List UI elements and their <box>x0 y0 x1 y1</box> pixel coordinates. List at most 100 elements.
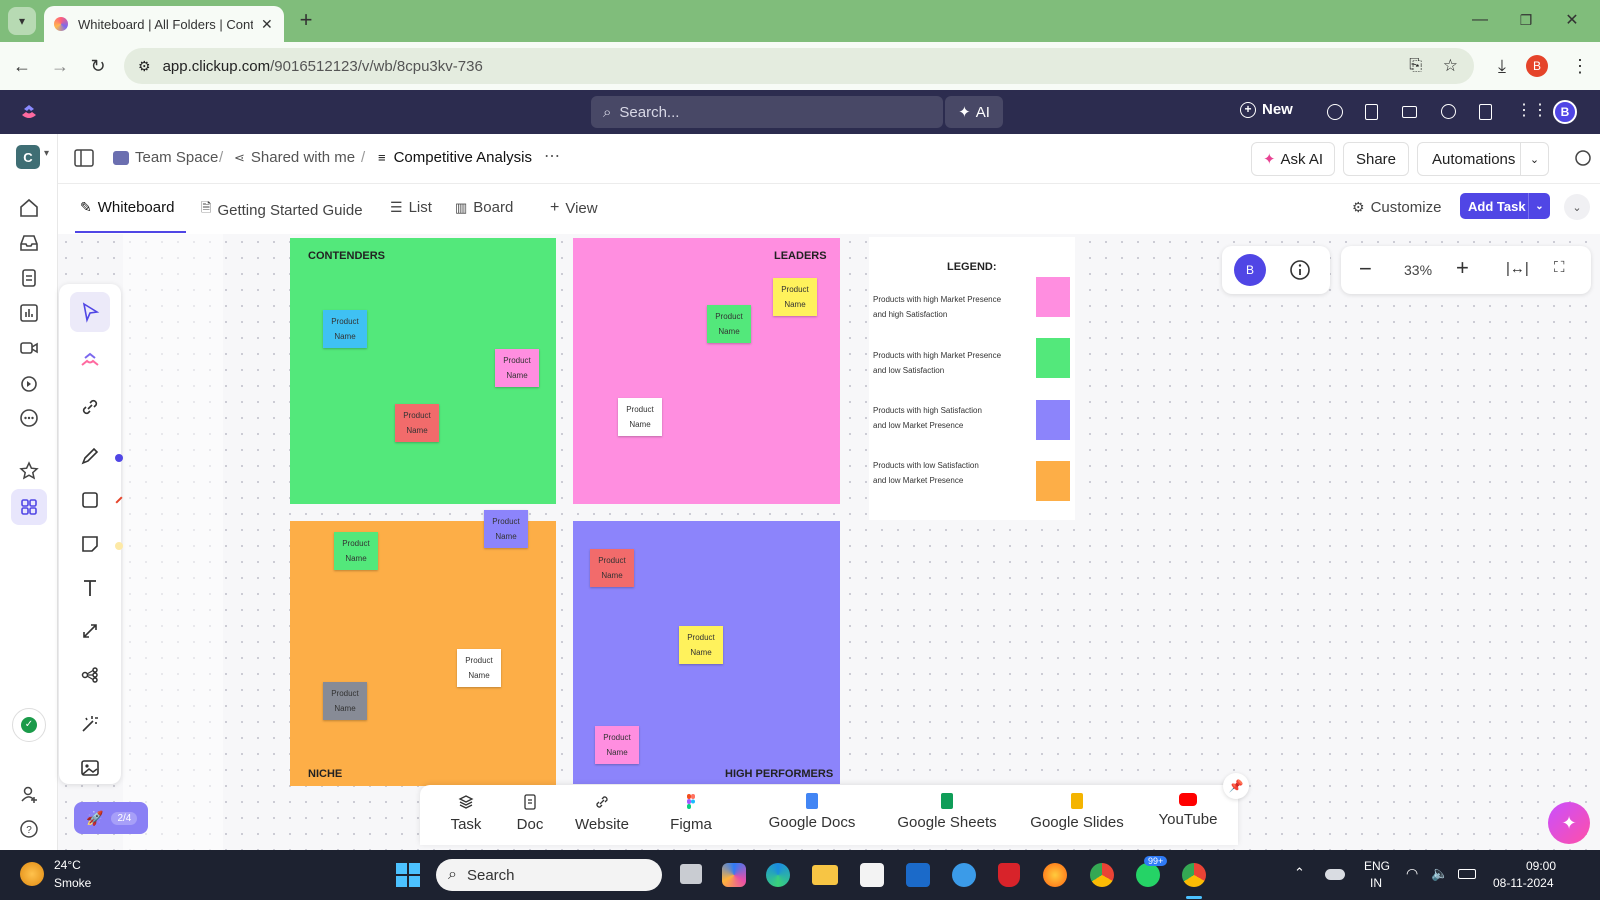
doc-icon[interactable] <box>1479 104 1492 120</box>
battery-icon[interactable] <box>1458 869 1476 879</box>
clickup-logo-icon[interactable] <box>19 102 39 122</box>
sticky-note[interactable]: Product Name <box>707 305 751 343</box>
home-icon[interactable] <box>17 196 41 220</box>
dock-doc[interactable]: Doc <box>510 793 550 833</box>
new-button[interactable]: + New <box>1240 101 1293 118</box>
edge-icon[interactable] <box>766 863 790 887</box>
ai-button[interactable]: ✦ AI <box>945 96 1003 128</box>
dock-task[interactable]: Task <box>446 793 486 833</box>
chrome-icon[interactable] <box>1090 863 1114 887</box>
fullscreen-icon[interactable]: ⛶ <box>1554 259 1565 276</box>
tab-getting-started[interactable]: 🗎 Getting Started Guide <box>201 199 363 221</box>
profile-avatar[interactable]: B <box>1526 55 1548 77</box>
clock-date[interactable]: 08-11-2024 <box>1493 876 1554 890</box>
share-button[interactable]: Share <box>1343 142 1409 176</box>
reload-icon[interactable]: ↻ <box>84 52 112 80</box>
sticky-note[interactable]: Product Name <box>323 310 367 348</box>
info-icon[interactable] <box>1289 259 1311 281</box>
forward-icon[interactable]: → <box>46 52 74 80</box>
tab-list-icon[interactable]: ▾ <box>8 7 36 35</box>
clickup-create-icon[interactable] <box>78 350 102 374</box>
firefox-icon[interactable] <box>1043 863 1067 887</box>
pin-dock-button[interactable]: 📌 <box>1223 773 1249 799</box>
new-tab-icon[interactable]: + <box>292 6 320 34</box>
automations-button[interactable]: Automations ⌄ <box>1417 142 1549 176</box>
sticky-note[interactable]: Product Name <box>590 549 634 587</box>
more-icon[interactable] <box>17 406 41 430</box>
wifi-icon[interactable]: ◠ <box>1406 865 1418 882</box>
connector-icon[interactable] <box>78 619 102 643</box>
add-task-button[interactable]: Add Task ⌄ <box>1460 193 1550 219</box>
mcafee-icon[interactable] <box>998 863 1020 887</box>
ask-ai-button[interactable]: ✦ Ask AI <box>1251 142 1335 176</box>
breadcrumb-team-space[interactable]: Team Space <box>113 149 218 166</box>
video-icon[interactable] <box>1402 106 1417 118</box>
breadcrumb-page[interactable]: ≡ Competitive Analysis <box>378 149 532 166</box>
sticky-note[interactable]: Product Name <box>495 349 539 387</box>
onedrive-icon[interactable] <box>1325 869 1345 880</box>
ai-assistant-fab[interactable]: ✦ <box>1548 802 1590 844</box>
dock-google-docs[interactable]: Google Docs <box>760 793 864 831</box>
dock-google-slides[interactable]: Google Slides <box>1021 793 1133 831</box>
breadcrumb-shared[interactable]: ⋖ Shared with me <box>234 149 355 166</box>
magic-wand-icon[interactable] <box>78 712 102 736</box>
browser-tab[interactable]: Whiteboard | All Folders | Conte ✕ <box>44 6 284 42</box>
clock-time[interactable]: 09:00 <box>1526 859 1556 873</box>
minimize-icon[interactable]: — <box>1466 6 1494 34</box>
customize-button[interactable]: ⚙ Customize <box>1352 199 1441 216</box>
volume-icon[interactable]: 🔈 <box>1431 865 1448 882</box>
timesheets-icon[interactable] <box>17 371 41 395</box>
page-options-icon[interactable]: ⋯ <box>544 146 560 166</box>
mind-map-icon[interactable] <box>78 663 102 687</box>
close-tab-icon[interactable]: ✕ <box>261 16 273 33</box>
tab-list[interactable]: ☰ List <box>390 199 432 216</box>
sticky-note-icon[interactable] <box>78 532 102 556</box>
zoom-in-icon[interactable]: + <box>1456 255 1469 281</box>
user-avatar[interactable]: B <box>1553 100 1577 124</box>
sticky-note[interactable]: Product Name <box>323 682 367 720</box>
copilot-icon[interactable] <box>722 863 746 887</box>
sticky-note[interactable]: Product Name <box>595 726 639 764</box>
zoom-level[interactable]: 33% <box>1404 262 1432 278</box>
task-view-icon[interactable] <box>680 864 702 884</box>
dock-figma[interactable]: Figma <box>669 793 713 833</box>
alarm-clock-icon[interactable] <box>1441 104 1456 119</box>
language-in[interactable]: IN <box>1370 876 1382 890</box>
windows-start-icon[interactable] <box>396 863 420 887</box>
shape-square-icon[interactable] <box>78 488 102 512</box>
quadrant-niche[interactable] <box>290 521 556 786</box>
language-eng[interactable]: ENG <box>1364 859 1390 873</box>
restore-icon[interactable]: ❐ <box>1512 6 1540 34</box>
collapse-header-button[interactable]: ⌄ <box>1564 194 1590 220</box>
chevron-down-icon[interactable]: ⌄ <box>1520 143 1548 175</box>
install-app-icon[interactable]: ⎘ <box>1409 57 1422 75</box>
bookmark-star-icon[interactable]: ☆ <box>1443 56 1458 76</box>
tab-board[interactable]: ▥ Board <box>455 199 513 216</box>
hp-app-icon[interactable] <box>906 863 930 887</box>
weather-icon[interactable] <box>20 862 44 886</box>
text-icon[interactable] <box>78 576 102 600</box>
notepad-icon[interactable] <box>1365 104 1378 120</box>
sticky-note[interactable]: Product Name <box>618 398 662 436</box>
sticky-note[interactable]: Product Name <box>773 278 817 316</box>
chat-icon[interactable] <box>1574 149 1592 167</box>
help-app-icon[interactable] <box>952 863 976 887</box>
search-input[interactable]: ⌕ Search... <box>591 96 943 128</box>
check-circle-icon[interactable] <box>1327 104 1343 120</box>
favorites-star-icon[interactable] <box>17 459 41 483</box>
link-icon[interactable] <box>78 395 102 419</box>
clips-icon[interactable] <box>17 336 41 360</box>
close-window-icon[interactable]: ✕ <box>1558 6 1586 34</box>
url-input[interactable]: ⚙ app.clickup.com/9016512123/v/wb/8cpu3k… <box>124 48 1474 84</box>
whatsapp-icon[interactable] <box>1136 863 1160 887</box>
sticky-note[interactable]: Product Name <box>484 510 528 548</box>
sidebar-toggle-icon[interactable] <box>74 149 94 167</box>
sticky-note[interactable]: Product Name <box>334 532 378 570</box>
invite-user-icon[interactable] <box>17 782 41 806</box>
back-icon[interactable]: ← <box>8 52 36 80</box>
chevron-down-icon[interactable]: ⌄ <box>1528 193 1550 219</box>
legend-card[interactable]: LEGEND: Products with high Market Presen… <box>869 237 1075 520</box>
file-explorer-icon[interactable] <box>812 865 838 885</box>
apps-grid-icon[interactable]: ⋮⋮ <box>1516 100 1548 120</box>
image-icon[interactable] <box>78 756 102 780</box>
